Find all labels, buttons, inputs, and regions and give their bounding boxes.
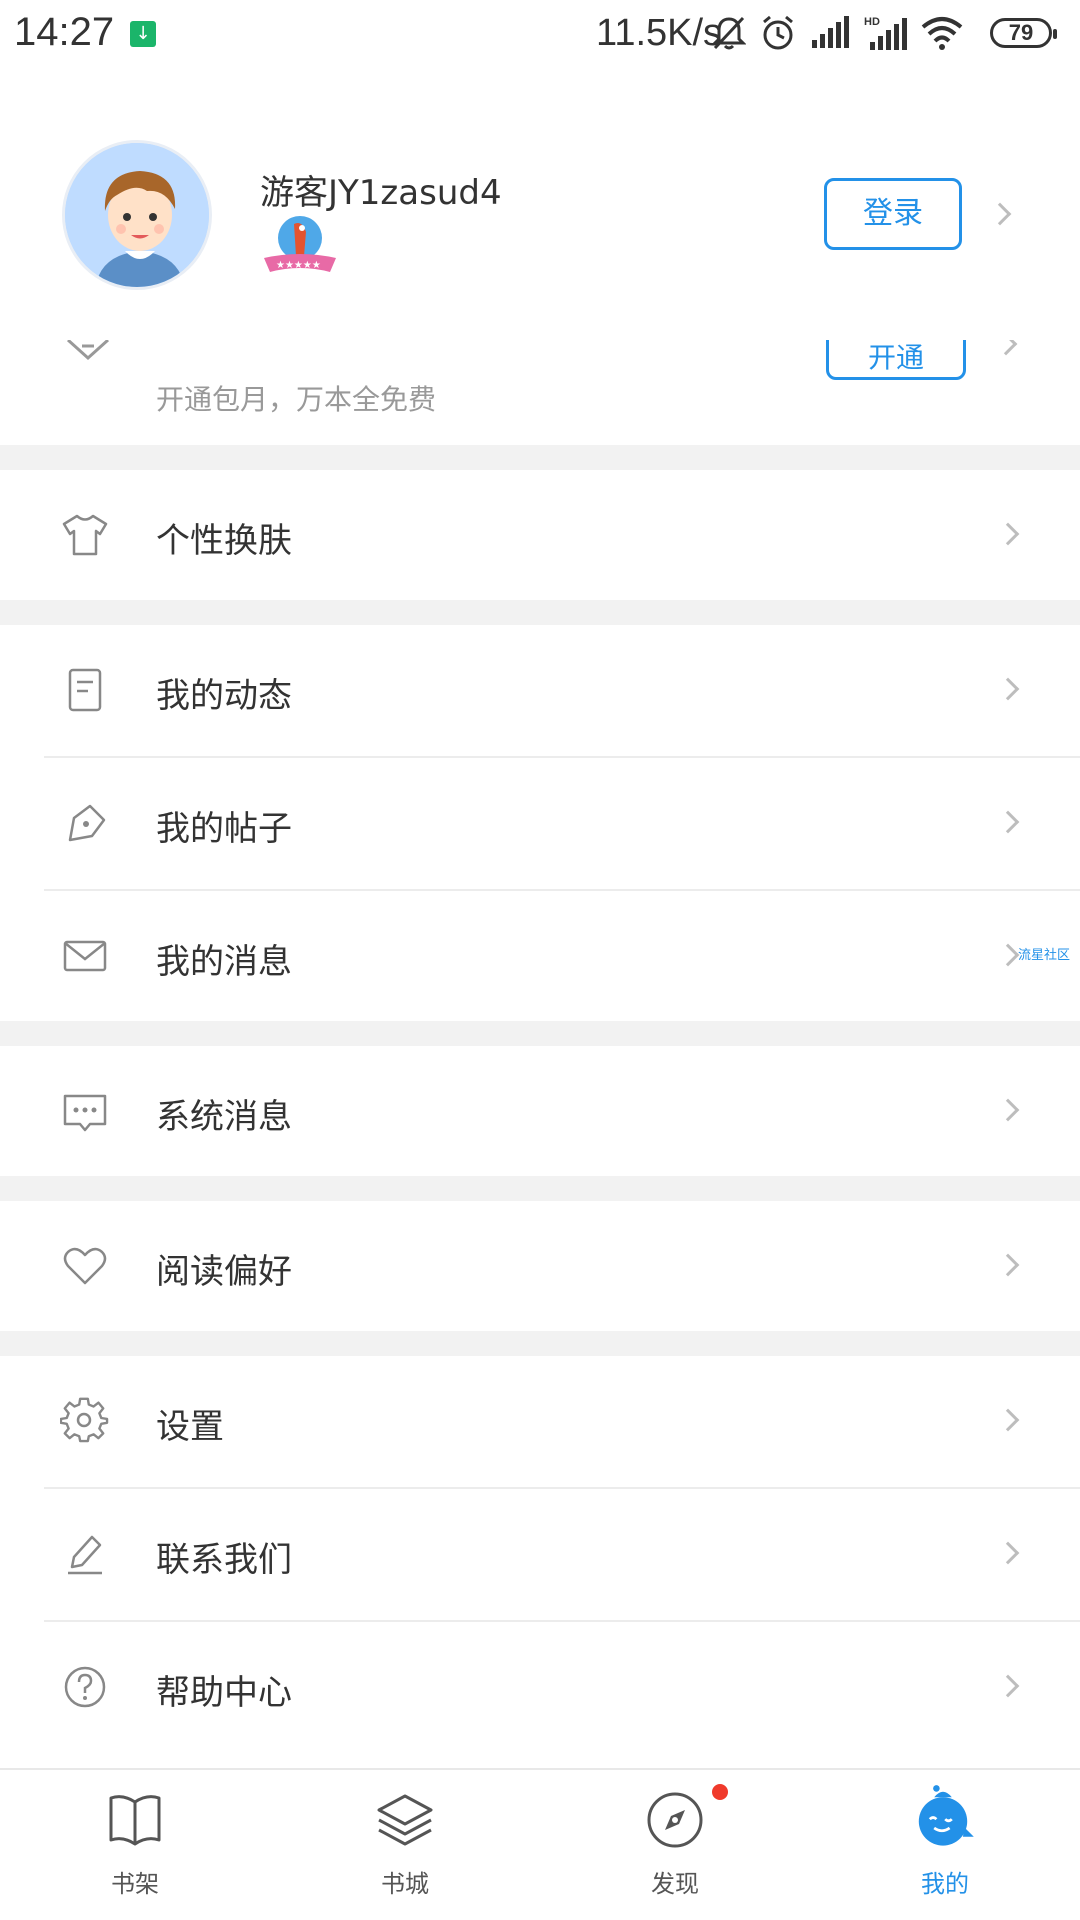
menu-label: 个性换肤 [156, 521, 292, 561]
tab-bookshelf[interactable]: 书架 [0, 1770, 270, 1920]
tab-label: 书城 [381, 1870, 429, 1898]
dolphin-mascot-icon [918, 1785, 974, 1846]
menu-label: 阅读偏好 [156, 1252, 292, 1292]
vip-diamond-icon [66, 340, 110, 361]
compass-icon [647, 1792, 703, 1848]
network-speed: 11.5K/s [596, 12, 723, 54]
menu-label: 帮助中心 [156, 1673, 292, 1713]
menu-item-system-messages[interactable]: 系统消息 [0, 1046, 1080, 1176]
profile-header[interactable]: 游客JY1zasud4 ★★★★★ 登录 [0, 70, 1080, 340]
alarm-icon [763, 15, 793, 50]
tab-bookstore[interactable]: 书城 [270, 1770, 540, 1920]
tab-label: 我的 [921, 1870, 969, 1898]
community-floating-tag[interactable]: 流星社区 [1018, 944, 1070, 963]
vip-open-button[interactable]: 开通 [826, 340, 966, 380]
menu-label: 我的消息 [156, 942, 292, 982]
menu-item-my-posts[interactable]: 我的帖子 [0, 758, 1080, 888]
document-icon [68, 668, 102, 712]
tab-mine[interactable]: 我的 [810, 1770, 1080, 1920]
heart-icon [63, 1247, 107, 1285]
menu-label: 系统消息 [156, 1097, 292, 1137]
tab-label: 发现 [651, 1870, 699, 1898]
vip-subtitle: 开通包月，万本全免费 [156, 383, 437, 416]
chevron-right-icon [996, 810, 1020, 834]
signal-icon [812, 16, 849, 48]
menu-item-help-center[interactable]: 帮助中心 [0, 1622, 1080, 1752]
chevron-right-icon [996, 1408, 1020, 1432]
menu-label: 设置 [156, 1407, 224, 1447]
chevron-right-icon [988, 202, 1012, 226]
tab-discover[interactable]: 发现 [540, 1770, 810, 1920]
notification-dot [712, 1784, 728, 1800]
chevron-right-icon [994, 340, 1018, 356]
layers-icon [377, 1794, 433, 1846]
section-separator [0, 600, 1080, 625]
question-circle-icon [64, 1666, 106, 1708]
chevron-right-icon [996, 1253, 1020, 1277]
wifi-icon [921, 17, 963, 50]
bottom-tab-bar: 书架 书城 发现 我的 [0, 1768, 1080, 1920]
gear-icon [60, 1397, 109, 1443]
download-icon: ↓ [130, 21, 156, 47]
status-time: 14:27 [14, 10, 115, 54]
pen-nib-icon [68, 804, 106, 842]
menu-item-skin[interactable]: 个性换肤 [0, 470, 1080, 600]
envelope-icon [63, 940, 107, 972]
login-button[interactable]: 登录 [824, 178, 962, 250]
signal-hd-icon: HD [864, 16, 907, 50]
chat-bubble-icon [63, 1094, 107, 1132]
tab-label: 书架 [111, 1870, 159, 1898]
section-separator [0, 1331, 1080, 1356]
section-separator [0, 1021, 1080, 1046]
menu-label: 我的动态 [156, 676, 292, 716]
menu-item-contact-us[interactable]: 联系我们 [0, 1489, 1080, 1619]
chevron-right-icon [996, 1098, 1020, 1122]
level-badge-icon: ★★★★★ [262, 210, 338, 280]
menu-label: 我的帖子 [156, 809, 292, 849]
tshirt-icon [62, 514, 108, 556]
chevron-right-icon [996, 677, 1020, 701]
chevron-right-icon [996, 522, 1020, 546]
vip-subscription-row[interactable]: 开通包月，万本全免费 开通 [0, 340, 1080, 445]
svg-text:HD: HD [864, 16, 880, 28]
menu-label: 联系我们 [156, 1540, 292, 1580]
chevron-right-icon [996, 1674, 1020, 1698]
battery-icon: 79 [990, 18, 1057, 48]
svg-text:★★★★★: ★★★★★ [276, 260, 321, 271]
chevron-right-icon [996, 1541, 1020, 1565]
avatar[interactable] [62, 140, 212, 290]
username: 游客JY1zasud4 [260, 173, 502, 213]
menu-item-my-messages[interactable]: 我的消息 [0, 891, 1080, 1021]
bell-mute-icon [712, 16, 746, 50]
book-open-icon [109, 1795, 161, 1846]
section-separator [0, 1176, 1080, 1201]
chevron-right-icon [996, 943, 1020, 967]
pencil-icon [68, 1535, 102, 1575]
menu-item-my-dynamics[interactable]: 我的动态 [0, 625, 1080, 755]
menu-item-settings[interactable]: 设置 [0, 1356, 1080, 1486]
section-separator [0, 445, 1080, 470]
status-bar: 14:27 ↓ 11.5K/s HD 79 [0, 0, 1080, 70]
menu-item-reading-preference[interactable]: 阅读偏好 [0, 1201, 1080, 1331]
